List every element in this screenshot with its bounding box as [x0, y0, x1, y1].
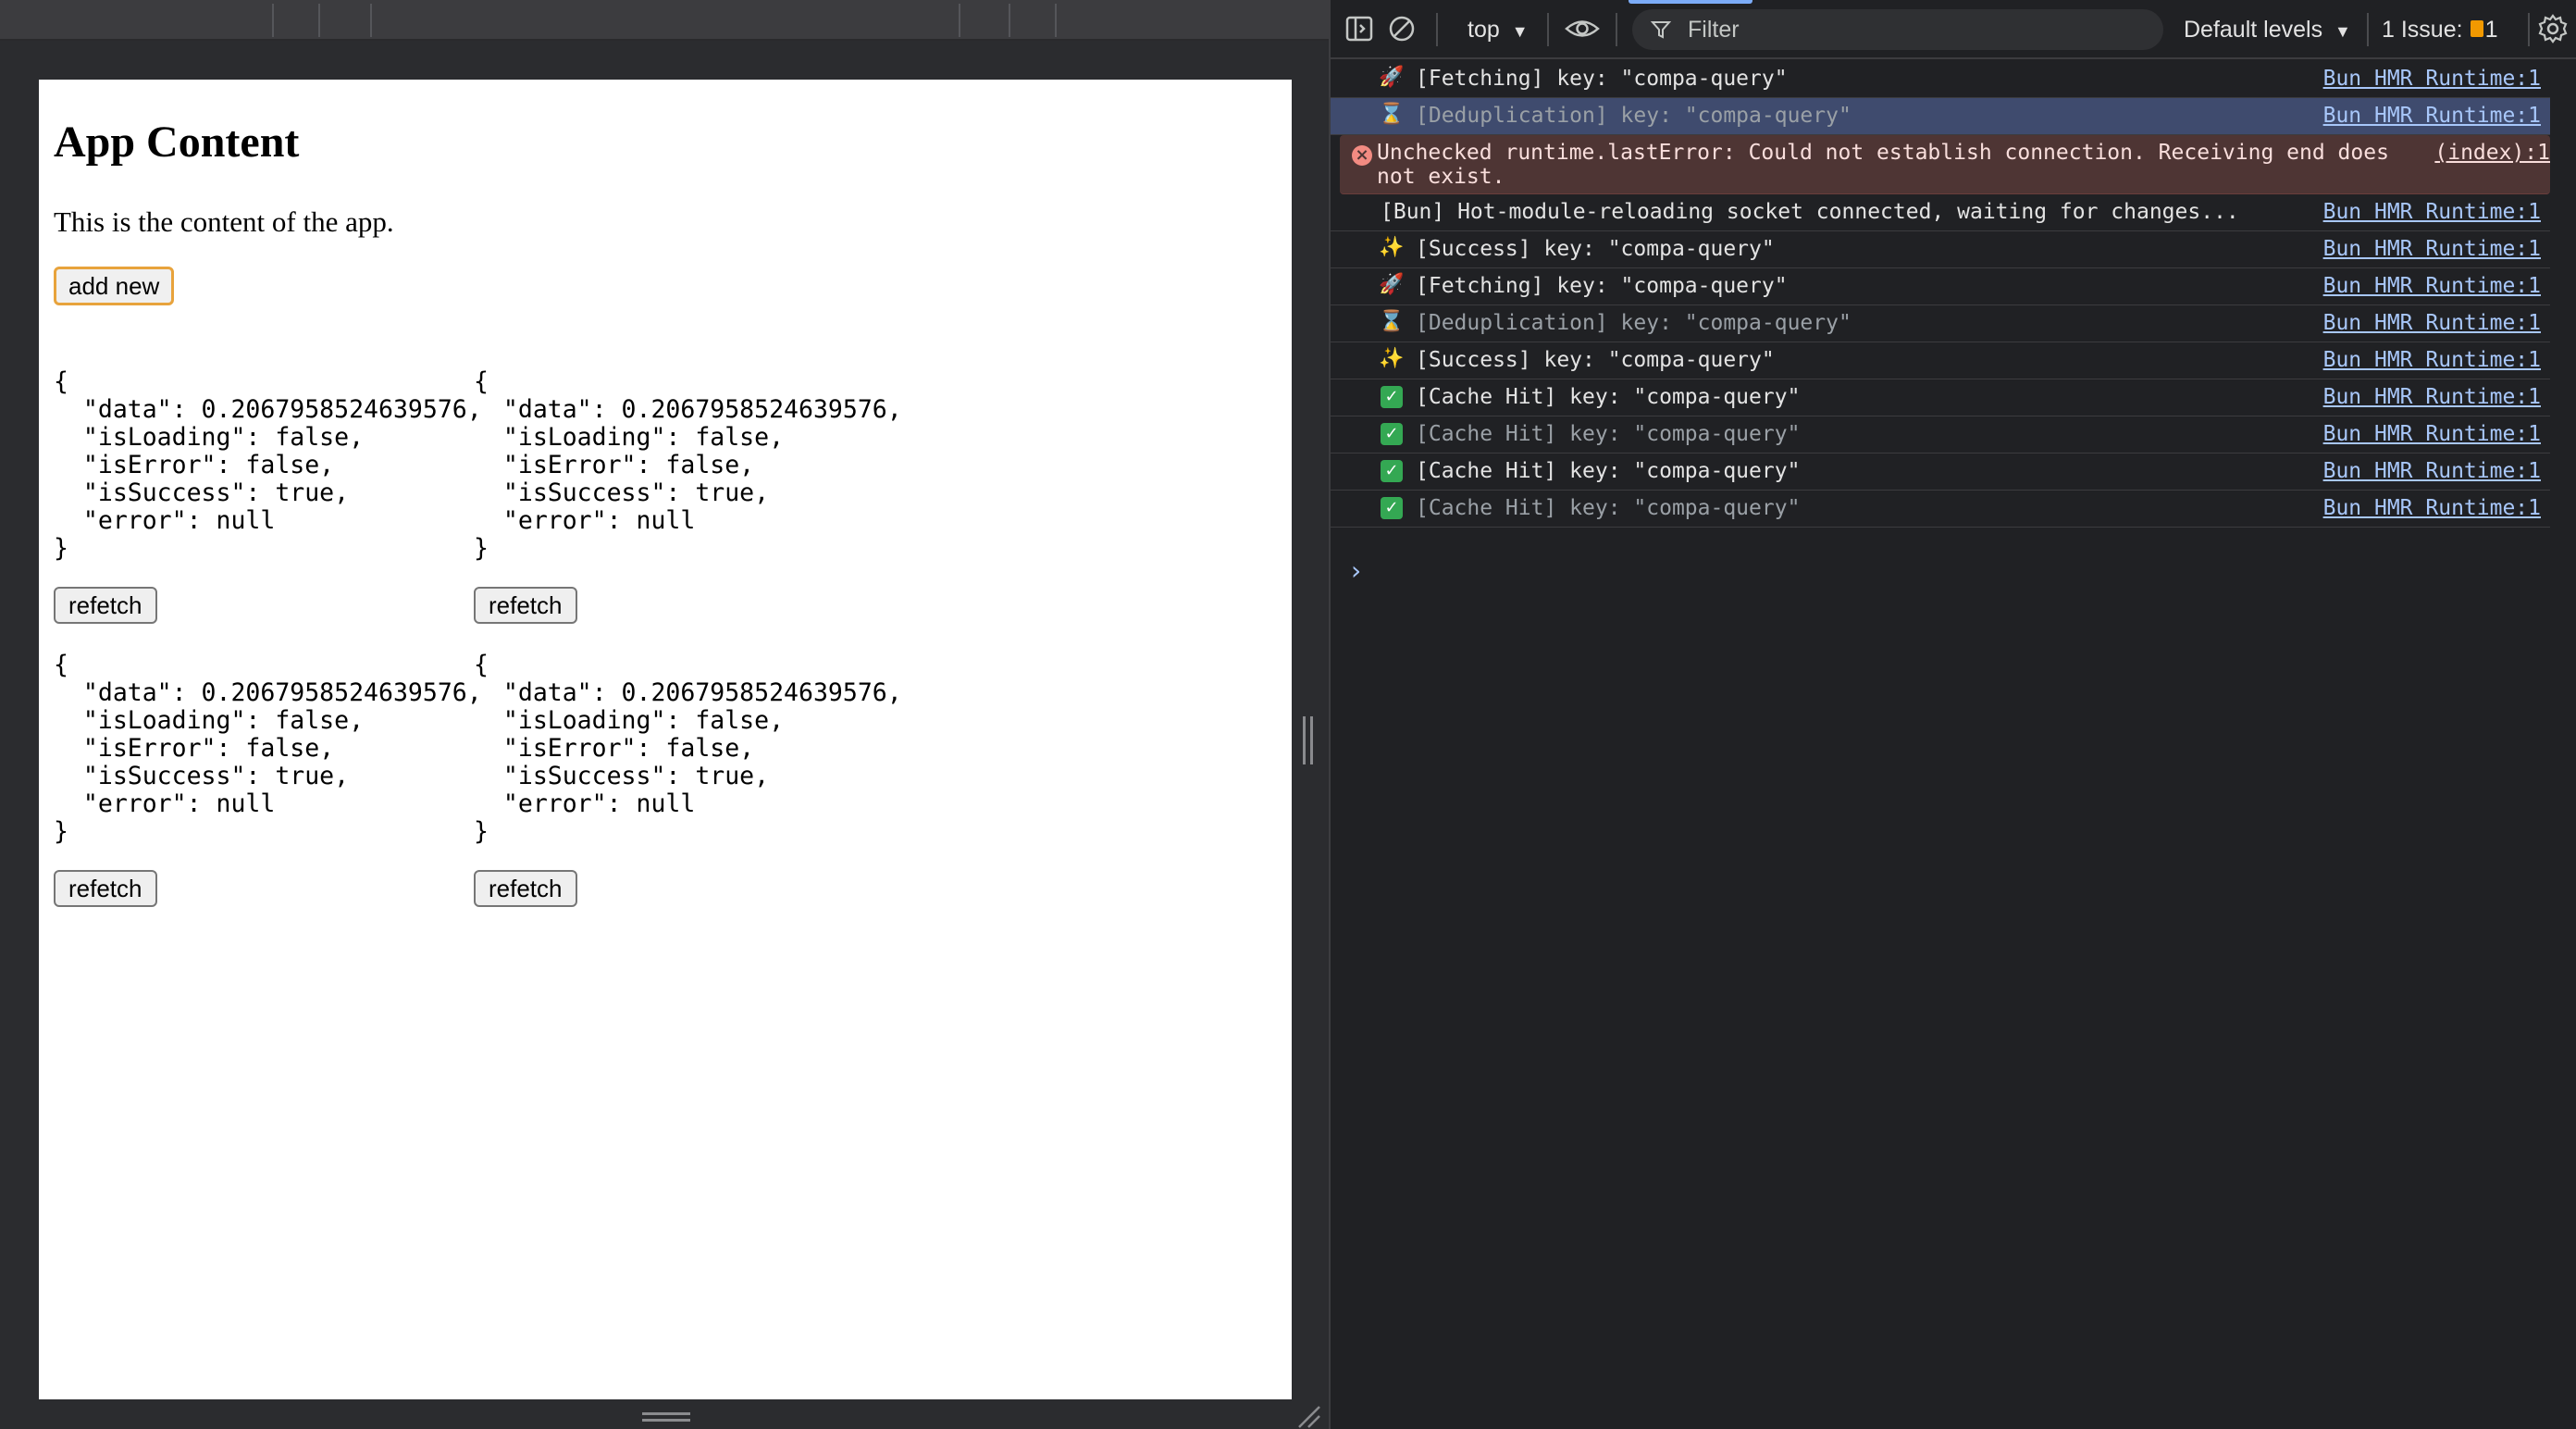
console-message-source-link[interactable]: Bun HMR Runtime:1	[2323, 385, 2541, 409]
gear-icon[interactable]	[2537, 13, 2569, 44]
console-message-source-link[interactable]: Bun HMR Runtime:1	[2323, 274, 2541, 298]
console-message-text: [Deduplication] key: "compa-query"	[1416, 311, 1852, 335]
console-message-text: [Success] key: "compa-query"	[1416, 348, 1775, 372]
sparkles-icon: ✨	[1379, 236, 1405, 259]
console-message-source-link[interactable]: Bun HMR Runtime:1	[2323, 459, 2541, 483]
log-levels-dropdown[interactable]: Default levels ▼	[2184, 11, 2351, 48]
query-state-json: { "data": 0.2067958524639576, "isLoading…	[474, 367, 902, 563]
resize-corner-icon[interactable]	[1295, 1403, 1321, 1429]
devtools-console-panel: top ▼ Default levels ▼ 1 Issue: 1	[1331, 0, 2576, 1429]
console-message[interactable]: 🚀 [Fetching] key: "compa-query" Bun HMR …	[1331, 268, 2550, 305]
console-message-source-link[interactable]: Bun HMR Runtime:1	[2323, 200, 2541, 224]
query-state-json: { "data": 0.2067958524639576, "isLoading…	[54, 367, 482, 563]
console-message-text: [Cache Hit] key: "compa-query"	[1416, 459, 1801, 483]
add-new-button[interactable]: add new	[54, 267, 175, 305]
console-message-source-link[interactable]: (index):1	[2434, 141, 2550, 165]
console-message[interactable]: 🚀 [Fetching] key: "compa-query" Bun HMR …	[1331, 61, 2550, 98]
console-message-source-link[interactable]: Bun HMR Runtime:1	[2323, 104, 2541, 128]
console-log: 🚀 [Fetching] key: "compa-query" Bun HMR …	[1331, 61, 2576, 528]
console-error-message[interactable]: × Unchecked runtime.lastError: Could not…	[1340, 135, 2550, 194]
ruler-tick	[1055, 4, 1057, 37]
ruler-tick	[1009, 4, 1010, 37]
toolbar-separator	[2367, 13, 2369, 46]
sparkles-icon: ✨	[1379, 347, 1405, 370]
toolbar-separator	[1436, 13, 1438, 46]
toolbar-separator	[1616, 13, 1617, 46]
toolbar-separator	[2528, 13, 2530, 46]
eye-icon[interactable]	[1564, 13, 1601, 44]
context-selector-label: top	[1468, 17, 1500, 43]
console-toolbar: top ▼ Default levels ▼ 1 Issue: 1	[1331, 0, 2576, 59]
console-message-source-link[interactable]: Bun HMR Runtime:1	[2323, 422, 2541, 446]
console-message-source-link[interactable]: Bun HMR Runtime:1	[2323, 496, 2541, 520]
vertical-resize-grip[interactable]	[642, 1412, 690, 1422]
filter-box[interactable]	[1632, 9, 2163, 50]
console-message-text: [Cache Hit] key: "compa-query"	[1416, 496, 1801, 520]
console-message[interactable]: ✓ [Cache Hit] key: "compa-query" Bun HMR…	[1331, 379, 2550, 416]
console-message[interactable]: ✓ [Cache Hit] key: "compa-query" Bun HMR…	[1331, 454, 2550, 491]
console-message[interactable]: ✓ [Cache Hit] key: "compa-query" Bun HMR…	[1331, 416, 2550, 454]
issue-flag-icon	[2470, 20, 2483, 38]
clear-console-icon[interactable]	[1386, 13, 1418, 44]
console-message-text: [Deduplication] key: "compa-query"	[1416, 104, 1852, 128]
filter-icon	[1651, 21, 1671, 39]
console-message-source-link[interactable]: Bun HMR Runtime:1	[2323, 237, 2541, 261]
issues-label: 1 Issue:	[2382, 17, 2463, 43]
console-message-text: [Fetching] key: "compa-query"	[1416, 274, 1788, 298]
console-message-text: [Success] key: "compa-query"	[1416, 237, 1775, 261]
ruler-tick	[318, 4, 320, 37]
check-icon: ✓	[1379, 458, 1405, 482]
ruler-tick	[959, 4, 960, 37]
horizontal-resize-grip[interactable]	[1303, 716, 1316, 764]
refetch-button[interactable]: refetch	[474, 587, 577, 624]
console-message-source-link[interactable]: Bun HMR Runtime:1	[2323, 67, 2541, 91]
chevron-down-icon: ▼	[2334, 22, 2351, 41]
page-description: This is the content of the app.	[54, 205, 394, 238]
console-message[interactable]: ⌛ [Deduplication] key: "compa-query" Bun…	[1331, 98, 2550, 135]
hourglass-icon: ⌛	[1379, 103, 1405, 126]
console-message-source-link[interactable]: Bun HMR Runtime:1	[2323, 348, 2541, 372]
console-message[interactable]: ✨ [Success] key: "compa-query" Bun HMR R…	[1331, 342, 2550, 379]
rocket-icon: 🚀	[1379, 66, 1405, 89]
console-message[interactable]: ⌛ [Deduplication] key: "compa-query" Bun…	[1331, 305, 2550, 342]
console-prompt[interactable]: ›	[1351, 555, 1361, 586]
console-message-source-link[interactable]: Bun HMR Runtime:1	[2323, 311, 2541, 335]
device-ruler	[0, 0, 1329, 41]
console-message-text: [Cache Hit] key: "compa-query"	[1416, 385, 1801, 409]
console-message-text: [Cache Hit] key: "compa-query"	[1416, 422, 1801, 446]
check-icon: ✓	[1379, 384, 1405, 408]
console-message-text: Unchecked runtime.lastError: Could not e…	[1377, 141, 2389, 189]
rocket-icon: 🚀	[1379, 273, 1405, 296]
query-state-json: { "data": 0.2067958524639576, "isLoading…	[54, 651, 482, 846]
ruler-tick	[272, 4, 274, 37]
page-viewport: App Content This is the content of the a…	[39, 80, 1292, 1399]
context-selector[interactable]: top ▼	[1468, 11, 1529, 48]
issues-counter[interactable]: 1 Issue: 1	[2382, 11, 2497, 48]
sidebar-toggle-icon[interactable]	[1344, 13, 1375, 44]
chevron-down-icon: ▼	[1511, 22, 1529, 41]
check-icon: ✓	[1379, 421, 1405, 445]
console-message[interactable]: ✓ [Cache Hit] key: "compa-query" Bun HMR…	[1331, 491, 2550, 528]
issues-count: 1	[2484, 17, 2498, 43]
toolbar-separator	[1547, 13, 1549, 46]
ruler-tick	[370, 4, 372, 37]
hourglass-icon: ⌛	[1379, 310, 1405, 333]
page-title: App Content	[54, 118, 300, 167]
refetch-button[interactable]: refetch	[54, 587, 157, 624]
emulated-viewport-area: App Content This is the content of the a…	[0, 0, 1329, 1429]
log-levels-label: Default levels	[2184, 17, 2323, 43]
console-message[interactable]: ✨ [Success] key: "compa-query" Bun HMR R…	[1331, 231, 2550, 268]
console-message[interactable]: [Bun] Hot-module-reloading socket connec…	[1331, 194, 2550, 231]
console-message-text: [Fetching] key: "compa-query"	[1416, 67, 1788, 91]
console-message-text: [Bun] Hot-module-reloading socket connec…	[1381, 200, 2239, 224]
refetch-button[interactable]: refetch	[54, 870, 157, 907]
refetch-button[interactable]: refetch	[474, 870, 577, 907]
check-icon: ✓	[1379, 495, 1405, 519]
query-state-json: { "data": 0.2067958524639576, "isLoading…	[474, 651, 902, 846]
filter-input[interactable]	[1688, 9, 2150, 50]
error-icon: ×	[1349, 143, 1375, 166]
